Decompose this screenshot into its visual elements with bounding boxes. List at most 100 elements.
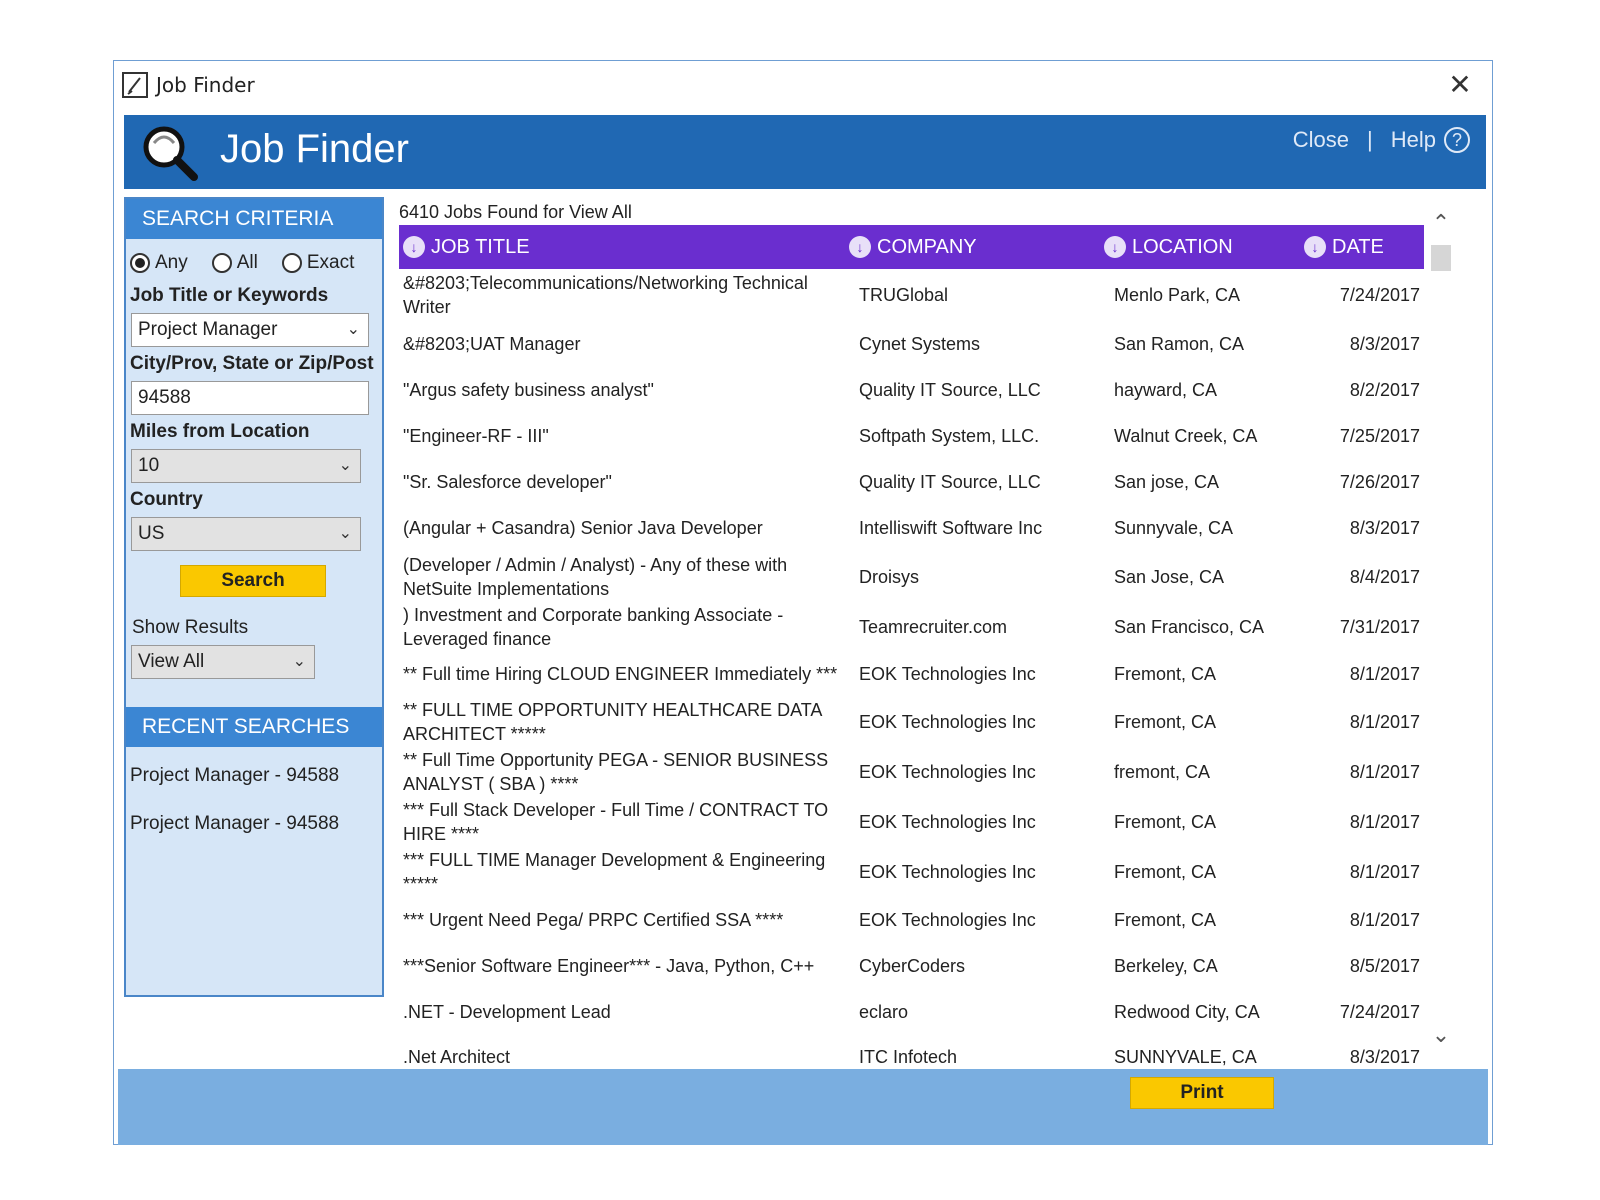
column-date[interactable]: ↓ DATE [1304,236,1424,259]
keywords-select[interactable]: Project Manager ⌄ [131,313,369,347]
footer-bar: Print [118,1069,1488,1145]
job-title-cell[interactable]: &#8203;UAT Manager [399,332,849,356]
table-row[interactable]: *** FULL TIME Manager Development & Engi… [399,847,1424,897]
sort-down-icon[interactable]: ↓ [1104,236,1126,258]
location-cell: San jose, CA [1114,471,1220,492]
job-title-cell[interactable]: .Net Architect [399,1045,849,1069]
results-scrollbar[interactable]: ⌃ ⌄ [1427,211,1455,1051]
chevron-down-icon[interactable]: ⌄ [293,646,306,678]
company-cell: EOK Technologies Inc [859,663,1036,684]
table-row[interactable]: .NET - Development Lead eclaro Redwood C… [399,989,1424,1035]
close-link[interactable]: Close [1293,127,1349,153]
banner-links: Close | Help ? [1293,127,1470,153]
radio-exact-indicator[interactable] [281,253,302,273]
location-label: City/Prov, State or Zip/Post [130,353,374,374]
job-title-cell[interactable]: "Argus safety business analyst" [399,378,849,402]
job-title-cell[interactable]: (Angular + Casandra) Senior Java Develop… [399,516,849,540]
job-title-cell[interactable]: ** Full Time Opportunity PEGA - SENIOR B… [399,748,849,796]
print-button[interactable]: Print [1130,1077,1274,1109]
company-cell: EOK Technologies Inc [859,861,1036,882]
job-title-cell[interactable]: ** FULL TIME OPPORTUNITY HEALTHCARE DATA… [399,698,849,746]
date-cell: 8/1/2017 [1349,811,1420,832]
table-row[interactable]: "Engineer-RF - III" Softpath System, LLC… [399,413,1424,459]
table-row[interactable]: &#8203;Telecommunications/Networking Tec… [399,269,1424,321]
radio-exact-label: Exact [306,252,355,273]
table-row[interactable]: "Argus safety business analyst" Quality … [399,367,1424,413]
date-cell: 7/26/2017 [1339,471,1420,492]
table-row[interactable]: ** FULL TIME OPPORTUNITY HEALTHCARE DATA… [399,697,1424,747]
recent-search-item[interactable]: Project Manager - 94588 [126,765,382,787]
recent-search-item[interactable]: Project Manager - 94588 [126,813,382,835]
company-cell: EOK Technologies Inc [859,909,1036,930]
job-title-cell[interactable]: "Sr. Salesforce developer" [399,470,849,494]
table-row[interactable]: *** Urgent Need Pega/ PRPC Certified SSA… [399,897,1424,943]
job-title-cell[interactable]: "Engineer-RF - III" [399,424,849,448]
job-title-cell[interactable]: *** Urgent Need Pega/ PRPC Certified SSA… [399,908,849,932]
column-label: COMPANY [877,235,977,258]
keywords-label: Job Title or Keywords [130,285,329,306]
scroll-thumb[interactable] [1431,245,1451,271]
location-cell: Fremont, CA [1114,811,1217,832]
location-cell: San Ramon, CA [1114,333,1245,354]
company-cell: eclaro [859,1001,909,1022]
job-title-cell[interactable]: ) Investment and Corporate banking Assoc… [399,603,849,651]
job-title-cell[interactable]: (Developer / Admin / Analyst) - Any of t… [399,553,849,601]
location-cell: Fremont, CA [1114,861,1217,882]
job-title-cell[interactable]: ***Senior Software Engineer*** - Java, P… [399,954,849,978]
table-row[interactable]: ) Investment and Corporate banking Assoc… [399,603,1424,651]
table-row[interactable]: *** Full Stack Developer - Full Time / C… [399,797,1424,847]
chevron-down-icon[interactable]: ⌄ [339,450,352,482]
sort-down-icon[interactable]: ↓ [849,236,871,258]
show-results-label: Show Results [132,617,249,638]
radio-all[interactable]: All [211,252,258,274]
window-title: Job Finder [156,73,255,97]
job-title-cell[interactable]: &#8203;Telecommunications/Networking Tec… [399,271,849,319]
location-cell: Menlo Park, CA [1114,284,1241,305]
company-cell: Quality IT Source, LLC [859,379,1041,400]
search-button[interactable]: Search [180,565,326,597]
radio-any[interactable]: Any [130,252,188,274]
location-cell: Berkeley, CA [1114,955,1218,976]
window-titlebar: Job Finder ✕ [114,61,1492,113]
column-job-title[interactable]: ↓ JOB TITLE [399,236,849,259]
column-label: DATE [1332,235,1384,258]
results-count: 6410 Jobs Found for View All [399,202,632,222]
table-row[interactable]: (Angular + Casandra) Senior Java Develop… [399,505,1424,551]
radio-all-indicator[interactable] [211,253,232,273]
location-input[interactable]: 94588 [131,381,369,415]
table-row[interactable]: ** Full time Hiring CLOUD ENGINEER Immed… [399,651,1424,697]
table-row[interactable]: (Developer / Admin / Analyst) - Any of t… [399,551,1424,603]
job-title-cell[interactable]: .NET - Development Lead [399,1000,849,1024]
chevron-up-icon[interactable]: ⌃ [1427,211,1455,239]
table-row[interactable]: "Sr. Salesforce developer" Quality IT So… [399,459,1424,505]
sort-down-icon[interactable]: ↓ [1304,236,1326,258]
date-cell: 7/25/2017 [1339,425,1420,446]
table-row[interactable]: .Net Architect ITC Infotech SUNNYVALE, C… [399,1035,1424,1069]
column-location[interactable]: ↓ LOCATION [1104,236,1304,259]
date-cell: 8/3/2017 [1349,517,1420,538]
help-icon[interactable]: ? [1444,127,1470,153]
table-row[interactable]: ***Senior Software Engineer*** - Java, P… [399,943,1424,989]
show-results-select[interactable]: View All ⌄ [131,645,315,679]
help-link[interactable]: Help [1391,127,1436,153]
table-row[interactable]: &#8203;UAT Manager Cynet Systems San Ram… [399,321,1424,367]
location-cell: Fremont, CA [1114,711,1217,732]
job-title-cell[interactable]: ** Full time Hiring CLOUD ENGINEER Immed… [399,662,849,686]
company-cell: ITC Infotech [859,1046,958,1067]
recent-searches-header: RECENT SEARCHES [126,707,382,747]
chevron-down-icon[interactable]: ⌄ [347,314,360,346]
app-window: Job Finder ✕ Job Finder Close | Help ? S… [113,60,1493,1145]
miles-select[interactable]: 10 ⌄ [131,449,361,483]
radio-any-indicator[interactable] [130,253,150,273]
window-close-button[interactable]: ✕ [1442,67,1478,103]
radio-exact[interactable]: Exact [281,252,355,274]
column-company[interactable]: ↓ COMPANY [849,236,1104,259]
country-select[interactable]: US ⌄ [131,517,361,551]
job-title-cell[interactable]: *** FULL TIME Manager Development & Engi… [399,848,849,896]
job-title-cell[interactable]: *** Full Stack Developer - Full Time / C… [399,798,849,846]
chevron-down-icon[interactable]: ⌄ [1427,1023,1455,1051]
sort-down-icon[interactable]: ↓ [403,236,425,258]
company-cell: Droisys [859,566,920,587]
chevron-down-icon[interactable]: ⌄ [339,518,352,550]
table-row[interactable]: ** Full Time Opportunity PEGA - SENIOR B… [399,747,1424,797]
